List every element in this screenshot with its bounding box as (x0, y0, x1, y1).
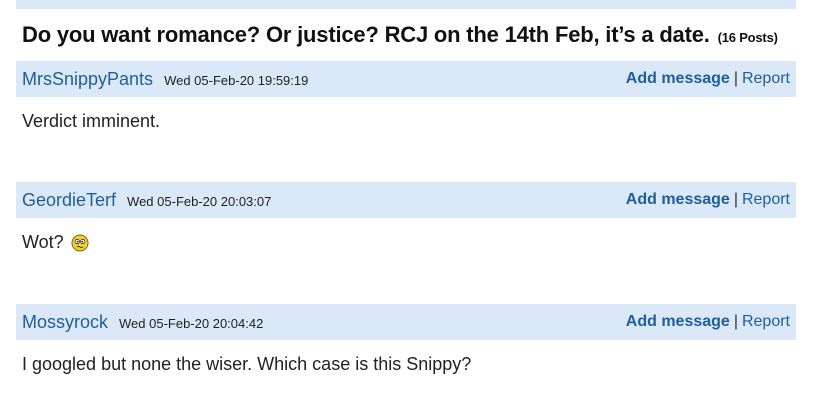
author-link[interactable]: MrsSnippyPants (22, 69, 153, 90)
post-count: (16 Posts) (717, 30, 778, 45)
post-header: Mossyrock Wed 05-Feb-20 20:04:42 Add mes… (16, 304, 796, 340)
add-message-link[interactable]: Add message (626, 70, 730, 88)
post-actions: Add message | Report (626, 70, 790, 88)
thread-title: Do you want romance? Or justice? RCJ on … (22, 22, 778, 48)
action-separator: | (733, 70, 738, 87)
author-link[interactable]: GeordieTerf (22, 190, 116, 211)
post-body: Wot? (16, 218, 796, 253)
post-actions: Add message | Report (626, 191, 790, 209)
action-separator: | (733, 313, 738, 330)
post-body: I googled but none the wiser. Which case… (16, 340, 796, 375)
post-timestamp: Wed 05-Feb-20 20:03:07 (127, 194, 272, 209)
post-message: Verdict imminent. (22, 111, 161, 131)
report-link[interactable]: Report (742, 191, 790, 209)
post-body: Verdict imminent. (16, 97, 796, 132)
post-message: I googled but none the wiser. Which case… (22, 354, 472, 374)
post: MrsSnippyPants Wed 05-Feb-20 19:59:19 Ad… (16, 61, 796, 132)
thread-title-text: Do you want romance? Or justice? RCJ on … (22, 22, 710, 47)
page: Do you want romance? Or justice? RCJ on … (0, 0, 819, 403)
action-separator: | (733, 191, 738, 208)
post-timestamp: Wed 05-Feb-20 19:59:19 (164, 73, 309, 88)
post-header: MrsSnippyPants Wed 05-Feb-20 19:59:19 Ad… (16, 61, 796, 97)
post: GeordieTerf Wed 05-Feb-20 20:03:07 Add m… (16, 182, 796, 253)
post-timestamp: Wed 05-Feb-20 20:04:42 (119, 316, 264, 331)
add-message-link[interactable]: Add message (626, 191, 730, 209)
report-link[interactable]: Report (742, 70, 790, 88)
post-header: GeordieTerf Wed 05-Feb-20 20:03:07 Add m… (16, 182, 796, 218)
author-link[interactable]: Mossyrock (22, 312, 108, 333)
report-link[interactable]: Report (742, 313, 790, 331)
post: Mossyrock Wed 05-Feb-20 20:04:42 Add mes… (16, 304, 796, 375)
previous-post-footer (16, 0, 796, 9)
confused-smiley-icon (71, 234, 89, 252)
post-message: Wot? (22, 232, 64, 252)
post-actions: Add message | Report (626, 313, 790, 331)
add-message-link[interactable]: Add message (626, 313, 730, 331)
